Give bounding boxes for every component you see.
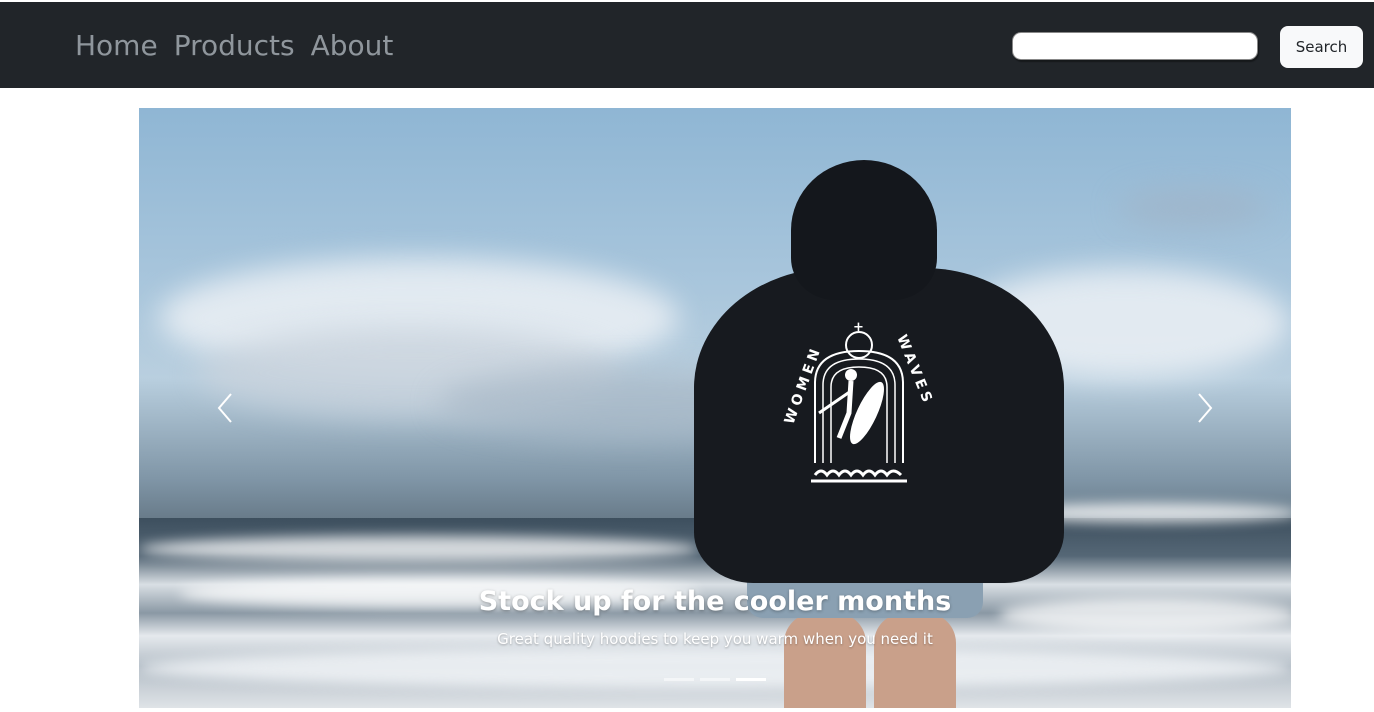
- carousel-caption-text: Great quality hoodies to keep you warm w…: [497, 630, 933, 648]
- carousel-prev-button[interactable]: [195, 378, 255, 438]
- nav-link-about[interactable]: About: [311, 26, 394, 66]
- carousel-indicator-1[interactable]: [664, 678, 694, 681]
- hero-carousel: WOMEN + WAVES Stock up for the cooler mo…: [139, 108, 1291, 708]
- nav-link-home[interactable]: Home: [75, 26, 158, 66]
- search-button[interactable]: Search: [1280, 26, 1363, 68]
- carousel-indicator-3[interactable]: [736, 678, 766, 681]
- carousel-next-button[interactable]: [1175, 378, 1235, 438]
- navbar: Home Products About Search: [0, 2, 1374, 88]
- nav-links: Home Products About: [75, 26, 393, 66]
- carousel-indicator-2[interactable]: [700, 678, 730, 681]
- hood: [791, 160, 937, 300]
- chevron-left-icon: [217, 393, 232, 423]
- nav-link-products[interactable]: Products: [174, 26, 295, 66]
- chevron-right-icon: [1198, 393, 1213, 423]
- hoodie-logo: WOMEN + WAVES: [782, 320, 936, 483]
- carousel-slide-image: WOMEN + WAVES: [139, 108, 1291, 708]
- carousel-indicators: [139, 678, 1291, 681]
- search-input[interactable]: [1012, 32, 1258, 60]
- svg-text:WOMEN: WOMEN: [782, 343, 825, 426]
- carousel-caption-title: Stock up for the cooler months: [478, 586, 952, 617]
